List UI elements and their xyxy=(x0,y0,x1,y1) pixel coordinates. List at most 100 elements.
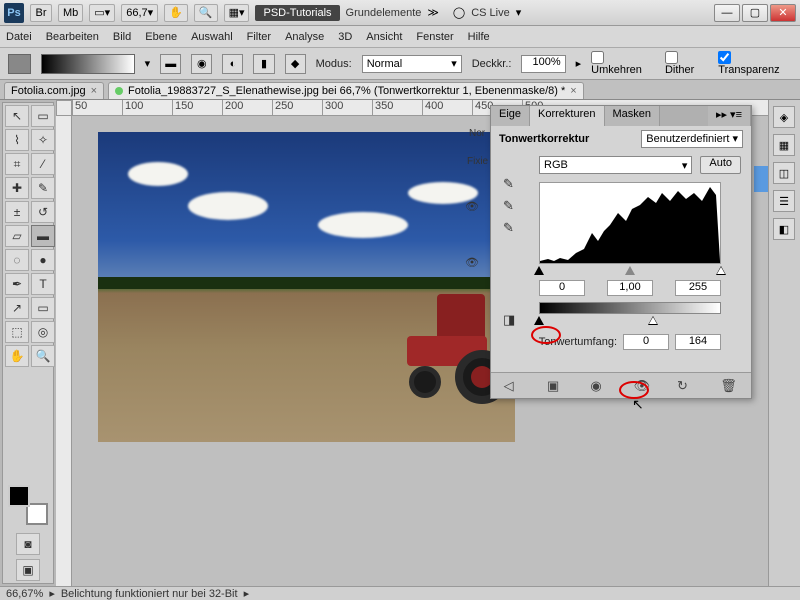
gradient-linear-button[interactable]: ▬ xyxy=(160,54,181,74)
ruler-vertical[interactable] xyxy=(56,116,72,586)
white-point-handle[interactable] xyxy=(716,266,726,275)
color-swatches[interactable] xyxy=(6,485,50,525)
reverse-checkbox[interactable]: Umkehren xyxy=(591,51,655,76)
minibridge-button[interactable]: Mb xyxy=(58,4,83,22)
ruler-origin[interactable] xyxy=(56,100,72,116)
opacity-input[interactable]: 100% xyxy=(521,55,565,73)
view-prev-icon[interactable]: ◉ xyxy=(590,378,608,394)
dropdown-icon[interactable]: ▾ xyxy=(145,57,151,70)
screen-mode-button[interactable]: ▭▾ xyxy=(89,4,115,22)
document-tab-1[interactable]: Fotolia.com.jpg× xyxy=(4,82,104,99)
panel-menu-icon[interactable]: ▸▸ ▾≡ xyxy=(708,106,751,126)
gradient-tool[interactable]: ▬ xyxy=(31,225,55,247)
menu-filter[interactable]: Filter xyxy=(247,31,271,43)
menu-3d[interactable]: 3D xyxy=(338,31,352,43)
paths-panel-icon[interactable]: ◫ xyxy=(773,162,795,184)
3d-tool[interactable]: ⬚ xyxy=(5,321,29,343)
pen-tool[interactable]: ✒ xyxy=(5,273,29,295)
foreground-color-swatch[interactable] xyxy=(8,485,30,507)
history-brush-tool[interactable]: ↺ xyxy=(31,201,55,223)
reset-icon[interactable]: ↻ xyxy=(677,378,695,394)
output-levels-slider[interactable] xyxy=(539,316,721,328)
magic-wand-tool[interactable]: ✧ xyxy=(31,129,55,151)
zoom-level-dropdown[interactable]: 66,7 ▾ xyxy=(121,4,158,22)
return-icon[interactable]: ◁ xyxy=(504,378,522,394)
eraser-tool[interactable]: ▱ xyxy=(5,225,29,247)
shape-tool[interactable]: ▭ xyxy=(31,297,55,319)
gradient-diamond-button[interactable]: ◆ xyxy=(285,54,306,74)
camera-tool[interactable]: ◎ xyxy=(31,321,55,343)
gradient-reflected-button[interactable]: ▮ xyxy=(253,54,274,74)
marquee-tool[interactable]: ▭ xyxy=(31,105,55,127)
transparency-checkbox[interactable]: Transparenz xyxy=(718,51,792,76)
menu-analyse[interactable]: Analyse xyxy=(285,31,324,43)
output-black-handle[interactable] xyxy=(534,316,544,325)
close-icon[interactable]: × xyxy=(570,85,576,97)
tab-korrekturen[interactable]: Korrekturen xyxy=(530,106,604,126)
eyedropper-tool[interactable]: ⁄ xyxy=(31,153,55,175)
menu-auswahl[interactable]: Auswahl xyxy=(191,31,233,43)
styles-panel-icon[interactable]: ◧ xyxy=(773,218,795,240)
maximize-button[interactable]: ▢ xyxy=(742,4,768,22)
blur-tool[interactable]: ◌ xyxy=(5,249,29,271)
channel-dropdown[interactable]: RGB▾ xyxy=(539,156,692,174)
visibility-icon[interactable]: 👁 xyxy=(465,200,479,213)
input-levels-slider[interactable] xyxy=(539,266,721,278)
close-icon[interactable]: × xyxy=(91,85,97,97)
menu-bearbeiten[interactable]: Bearbeiten xyxy=(46,31,99,43)
workspace-name[interactable]: Grundelemente xyxy=(346,7,422,19)
target-colors-icon[interactable]: ◨ xyxy=(503,312,523,328)
history-panel-icon[interactable]: ☰ xyxy=(773,190,795,212)
lasso-tool[interactable]: ⌇ xyxy=(5,129,29,151)
menu-ebene[interactable]: Ebene xyxy=(145,31,177,43)
delete-icon[interactable]: 🗑 xyxy=(720,378,738,394)
menu-ansicht[interactable]: Ansicht xyxy=(366,31,402,43)
white-eyedropper-icon[interactable]: ✎ xyxy=(503,220,523,236)
close-button[interactable]: ✕ xyxy=(770,4,796,22)
black-eyedropper-icon[interactable]: ✎ xyxy=(503,176,523,192)
gamma-input[interactable]: 1,00 xyxy=(607,280,653,296)
channels-panel-icon[interactable]: ▦ xyxy=(773,134,795,156)
tool-preset-picker[interactable] xyxy=(8,54,31,74)
layers-panel-icon[interactable]: ◈ xyxy=(773,106,795,128)
gradient-angle-button[interactable]: ◐ xyxy=(222,54,243,74)
visibility-icon[interactable]: 👁 xyxy=(465,256,479,269)
workspace-chevron-icon[interactable]: ≫ xyxy=(427,6,439,19)
hand-tool[interactable]: ✋ xyxy=(5,345,29,367)
auto-button[interactable]: Auto xyxy=(700,156,741,174)
gradient-preview[interactable] xyxy=(41,54,135,74)
menu-datei[interactable]: Datei xyxy=(6,31,32,43)
move-tool[interactable]: ↖ xyxy=(5,105,29,127)
tutorial-tag[interactable]: PSD-Tutorials xyxy=(255,5,339,21)
healing-tool[interactable]: ✚ xyxy=(5,177,29,199)
menu-hilfe[interactable]: Hilfe xyxy=(468,31,490,43)
brush-tool[interactable]: ✎ xyxy=(31,177,55,199)
arrange-button[interactable]: ▦▾ xyxy=(224,4,250,22)
toggle-vis-icon[interactable]: 👁 xyxy=(634,378,652,394)
zoom-readout[interactable]: 66,67% xyxy=(6,588,43,600)
gradient-radial-button[interactable]: ◉ xyxy=(191,54,212,74)
dither-checkbox[interactable]: Dither xyxy=(665,51,708,76)
menu-fenster[interactable]: Fenster xyxy=(416,31,453,43)
output-white-handle[interactable] xyxy=(648,316,658,325)
zoom-tool[interactable]: 🔍 xyxy=(31,345,55,367)
preset-dropdown[interactable]: Benutzerdefiniert ▾ xyxy=(641,130,743,148)
black-input[interactable]: 0 xyxy=(539,280,585,296)
clip-icon[interactable]: ▣ xyxy=(547,378,565,394)
bridge-button[interactable]: Br xyxy=(30,4,52,22)
tab-eigenschaften[interactable]: Eige xyxy=(491,106,530,126)
white-input[interactable]: 255 xyxy=(675,280,721,296)
screenmode-button[interactable]: ▣ xyxy=(16,559,40,581)
type-tool[interactable]: T xyxy=(31,273,55,295)
blend-mode-dropdown[interactable]: Normal▾ xyxy=(362,55,462,73)
minimize-button[interactable]: — xyxy=(714,4,740,22)
output-white-input[interactable]: 164 xyxy=(675,334,721,350)
document-tab-2[interactable]: Fotolia_19883727_S_Elenathewise.jpg bei … xyxy=(108,82,584,99)
gray-eyedropper-icon[interactable]: ✎ xyxy=(503,198,523,214)
dodge-tool[interactable]: ● xyxy=(31,249,55,271)
crop-tool[interactable]: ⌗ xyxy=(5,153,29,175)
hand-tool-button[interactable]: ✋ xyxy=(164,4,188,22)
path-tool[interactable]: ↗ xyxy=(5,297,29,319)
menu-bild[interactable]: Bild xyxy=(113,31,131,43)
gamma-handle[interactable] xyxy=(625,266,635,275)
